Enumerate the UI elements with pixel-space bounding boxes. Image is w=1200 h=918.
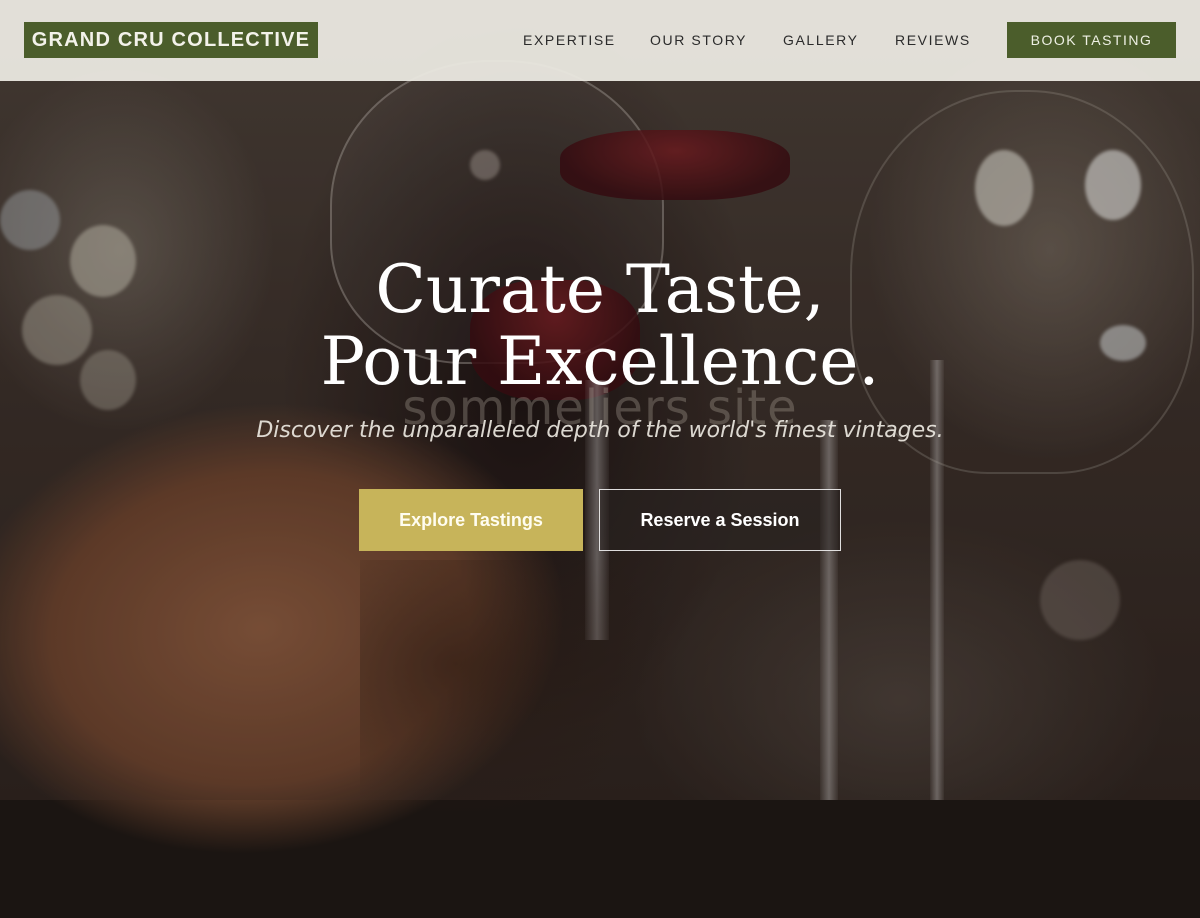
site-logo[interactable]: GRAND CRU COLLECTIVE (24, 22, 318, 58)
hero-subtitle: Discover the unparalleled depth of the w… (256, 418, 944, 443)
nav-link-expertise[interactable]: EXPERTISE (523, 32, 616, 48)
book-tasting-button[interactable]: BOOK TASTING (1007, 22, 1176, 58)
nav-link-reviews[interactable]: REVIEWS (895, 32, 971, 48)
nav-link-our-story[interactable]: OUR STORY (650, 32, 747, 48)
explore-tastings-button[interactable]: Explore Tastings (359, 489, 583, 551)
site-header: GRAND CRU COLLECTIVE EXPERTISE OUR STORY… (0, 0, 1200, 81)
hero-title-line-1: Curate Taste, (375, 251, 825, 328)
reserve-session-button[interactable]: Reserve a Session (599, 489, 841, 551)
nav-link-gallery[interactable]: GALLERY (783, 32, 859, 48)
